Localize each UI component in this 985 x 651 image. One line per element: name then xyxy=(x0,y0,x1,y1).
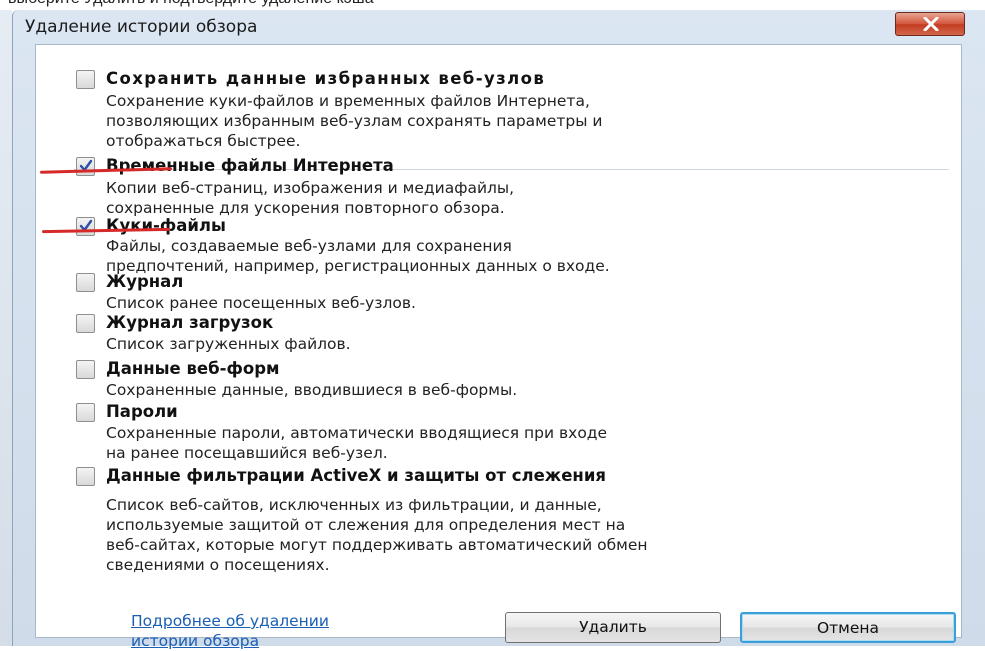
background-window-edge xyxy=(0,10,12,646)
checkbox-cookies[interactable] xyxy=(76,217,95,236)
delete-button[interactable]: Удалить xyxy=(505,612,721,643)
checkbox-passwords[interactable] xyxy=(76,403,95,422)
option-title: Пароли xyxy=(106,402,178,421)
top-caption: выберите Удалить и подтвердите удаление … xyxy=(0,0,985,10)
option-description: Файлы, создаваемые веб-узлами для сохран… xyxy=(106,237,610,275)
option-description: Список ранее посещенных веб-узлов. xyxy=(106,294,416,312)
checkbox-activex-tracking[interactable] xyxy=(76,467,95,486)
dialog-titlebar: Удаление истории обзора xyxy=(13,10,985,44)
option-description: Сохраненные пароли, автоматически вводящ… xyxy=(106,424,608,462)
close-icon xyxy=(923,17,939,31)
option-description: Сохраненные данные, вводившиеся в веб-фо… xyxy=(106,381,518,399)
cancel-button[interactable]: Отмена xyxy=(740,612,956,643)
checkbox-history[interactable] xyxy=(76,273,95,292)
option-title: Сохранить данные избранных веб-узлов xyxy=(106,69,546,88)
option-title: Временные файлы Интернета xyxy=(106,156,394,175)
option-title: Журнал xyxy=(106,272,184,291)
option-title: Куки-файлы xyxy=(106,216,226,235)
checkbox-preserve-favorites[interactable] xyxy=(76,70,95,89)
option-title: Данные веб-форм xyxy=(106,359,280,378)
option-title: Журнал загрузок xyxy=(106,313,274,332)
checkbox-form-data[interactable] xyxy=(76,360,95,379)
delete-browsing-history-dialog: Удаление истории обзора Сохранить данные… xyxy=(12,10,985,650)
checkbox-download-history[interactable] xyxy=(76,314,95,333)
option-description: Список веб-сайтов, исключенных из фильтр… xyxy=(106,496,648,574)
option-title: Данные фильтрации ActiveX и защиты от сл… xyxy=(106,466,606,485)
options-panel: Сохранить данные избранных веб-узлов Сох… xyxy=(35,44,962,638)
option-description: Копии веб-страниц, изображения и медиафа… xyxy=(106,179,515,217)
option-description: Сохранение куки-файлов и временных файло… xyxy=(106,92,603,150)
dialog-title: Удаление истории обзора xyxy=(25,17,258,37)
top-caption-text: выберите Удалить и подтвердите удаление … xyxy=(8,0,374,8)
close-button[interactable] xyxy=(895,12,965,36)
option-description: Список загруженных файлов. xyxy=(106,335,351,353)
more-info-link[interactable]: Подробнее об удалении истории обзора xyxy=(131,611,329,651)
checkbox-temp-internet-files[interactable] xyxy=(76,157,95,176)
